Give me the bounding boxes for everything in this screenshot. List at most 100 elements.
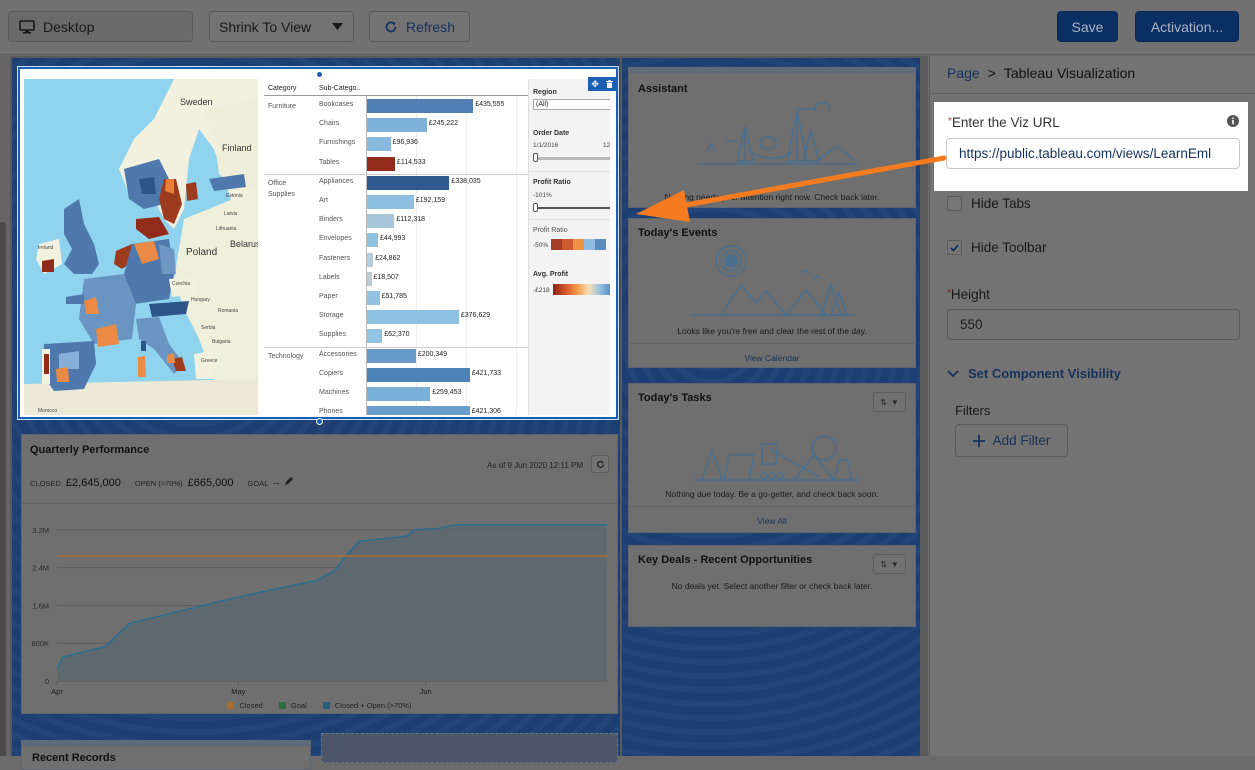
add-filter-button[interactable]: Add Filter xyxy=(955,424,1068,457)
sales-value-label: £435,555 xyxy=(475,101,505,108)
viz-filters-panel: Region (All) Order Date 1/1/2016 12 Prof… xyxy=(528,79,610,415)
edit-pencil-icon[interactable] xyxy=(284,477,294,486)
sales-bar[interactable] xyxy=(367,252,374,267)
activation-button[interactable]: Activation... xyxy=(1135,11,1239,42)
breadcrumb-divider xyxy=(930,93,1255,94)
view-calendar-link[interactable]: View Calendar xyxy=(629,353,915,363)
hide-toolbar-checkbox[interactable] xyxy=(947,240,962,255)
view-all-link[interactable]: View All xyxy=(629,516,915,526)
save-button[interactable]: Save xyxy=(1057,11,1118,42)
sales-bar[interactable] xyxy=(367,156,395,171)
sep-2 xyxy=(529,219,610,220)
left-scroll-handle[interactable] xyxy=(0,222,6,756)
tableau-visualization-component[interactable]: Sweden Finland Estonia Latvia Lithuania … xyxy=(17,66,619,420)
sales-bar[interactable] xyxy=(367,329,383,344)
todays-tasks-card: Today's Tasks ⇅ ▼ Nothing due today. Be a… xyxy=(628,383,916,533)
sales-bar[interactable] xyxy=(367,348,416,363)
info-icon[interactable] xyxy=(1227,115,1239,127)
profit-ratio-legend-min: -50% xyxy=(533,242,549,249)
legend-goal[interactable]: Goal xyxy=(278,701,307,710)
key-deals-filter-menu[interactable]: ⇅ ▼ xyxy=(873,554,906,574)
profit-ratio-slider-track[interactable] xyxy=(535,207,610,209)
hide-tabs-checkbox[interactable] xyxy=(947,196,962,211)
sales-value-label: £376,629 xyxy=(460,312,491,320)
viz-url-input[interactable]: https://public.tableau.com/views/LearnEm… xyxy=(946,138,1240,169)
order-date-slider-track[interactable] xyxy=(535,157,610,160)
europe-map[interactable]: Sweden Finland Estonia Latvia Lithuania … xyxy=(24,79,258,415)
legend-closed-open-label: Closed + Open (>70%) xyxy=(334,701,412,710)
move-icon[interactable]: ✥ xyxy=(591,79,599,89)
camping-illustration xyxy=(691,245,856,316)
sales-bar[interactable] xyxy=(367,310,459,325)
tasks-message: Nothing due today. Be a go-getter, and c… xyxy=(665,489,879,499)
region-filter-select[interactable]: (All) xyxy=(533,99,610,110)
height-input[interactable]: 550 xyxy=(947,309,1240,340)
sales-bar[interactable] xyxy=(367,195,414,209)
region-brittany xyxy=(66,294,84,304)
sales-bar[interactable] xyxy=(367,406,470,415)
sales-value-label: £421,733 xyxy=(471,369,502,377)
subcategory-label: Accessories xyxy=(319,350,357,358)
visibility-section-toggle[interactable]: Set Component Visibility xyxy=(947,366,1121,381)
view-mode-select[interactable]: Shrink To View xyxy=(209,11,354,42)
refresh-button[interactable]: Refresh xyxy=(369,11,470,42)
x-tick-label: Apr xyxy=(51,687,63,696)
device-label: Desktop xyxy=(43,18,95,35)
viz-url-value: https://public.tableau.com/views/LearnEm… xyxy=(959,146,1212,161)
sales-bar[interactable] xyxy=(367,118,427,133)
hide-tabs-label: Hide Tabs xyxy=(971,196,1031,211)
map-label-greece: Greece xyxy=(201,358,218,364)
resize-handle-bottom[interactable] xyxy=(316,418,323,425)
view-mode-value: Shrink To View xyxy=(219,18,312,35)
device-selector[interactable]: Desktop xyxy=(8,11,193,42)
sales-value-label: £245,222 xyxy=(428,120,458,128)
order-date-slider-handle[interactable] xyxy=(533,153,538,162)
tasks-filter-menu[interactable]: ⇅ ▼ xyxy=(873,392,906,412)
region-filter-value: (All) xyxy=(536,101,549,108)
sales-bar[interactable] xyxy=(367,175,450,190)
component-actions: ✥ xyxy=(588,77,616,91)
legend-goal-label: Goal xyxy=(290,701,307,710)
sales-bar[interactable] xyxy=(367,137,391,152)
assistant-message: Nothing needs your attention right now. … xyxy=(664,192,880,202)
col-header-subcategory: Sub-Catego.. xyxy=(319,85,361,92)
builder-toolbar: Desktop Shrink To View Refresh Save Acti… xyxy=(0,0,1255,55)
sales-value-label: £62,370 xyxy=(384,331,410,339)
subcategory-label: Bookcases xyxy=(319,101,354,108)
quarterly-performance-chart: 0 800K 1.6M 2.4M 3.2M Apr May Jun xyxy=(31,523,607,696)
sales-bar[interactable] xyxy=(367,367,470,382)
legend-closed-open[interactable]: Closed + Open (>70%) xyxy=(322,701,412,710)
sales-bar[interactable] xyxy=(367,233,378,248)
region-corsica xyxy=(141,341,146,351)
qp-refresh-button[interactable] xyxy=(591,455,609,473)
region-filter-label: Region xyxy=(533,89,557,96)
resize-handle-top[interactable] xyxy=(316,71,323,78)
sales-bar[interactable] xyxy=(367,387,431,401)
map-label-finland: Finland xyxy=(222,143,252,153)
delete-icon[interactable] xyxy=(605,80,613,88)
sales-bar[interactable] xyxy=(367,271,372,286)
sales-bar[interactable] xyxy=(367,291,380,305)
sales-value-label: £51,785 xyxy=(381,293,407,300)
desktop-monitor-icon xyxy=(19,19,35,33)
region-norway-dark xyxy=(139,177,156,194)
sales-bar[interactable] xyxy=(367,99,474,113)
legend-closed-swatch xyxy=(227,702,235,709)
profit-ratio-slider-handle[interactable] xyxy=(533,203,538,212)
add-filter-label: Add Filter xyxy=(992,433,1051,448)
sep-1 xyxy=(529,171,610,172)
legend-closed[interactable]: Closed xyxy=(227,701,263,710)
chevron-down-icon: ▼ xyxy=(890,397,899,407)
y-tick-label: 3.2M xyxy=(32,526,49,535)
qp-title: Quarterly Performance xyxy=(30,444,150,456)
map-label-morocco: Morocco xyxy=(38,408,58,414)
breadcrumb: Page > Tableau Visualization xyxy=(947,65,1135,81)
empty-region-slot xyxy=(321,733,618,763)
breadcrumb-page-link[interactable]: Page xyxy=(947,65,980,81)
subcategory-label: Copiers xyxy=(319,369,344,377)
sales-bar[interactable] xyxy=(367,214,395,229)
sales-value-label: £112,318 xyxy=(396,216,426,224)
filters-label: Filters xyxy=(955,403,991,418)
subcategory-label: Storage xyxy=(319,312,344,320)
sales-value-label: £96,936 xyxy=(392,139,418,147)
